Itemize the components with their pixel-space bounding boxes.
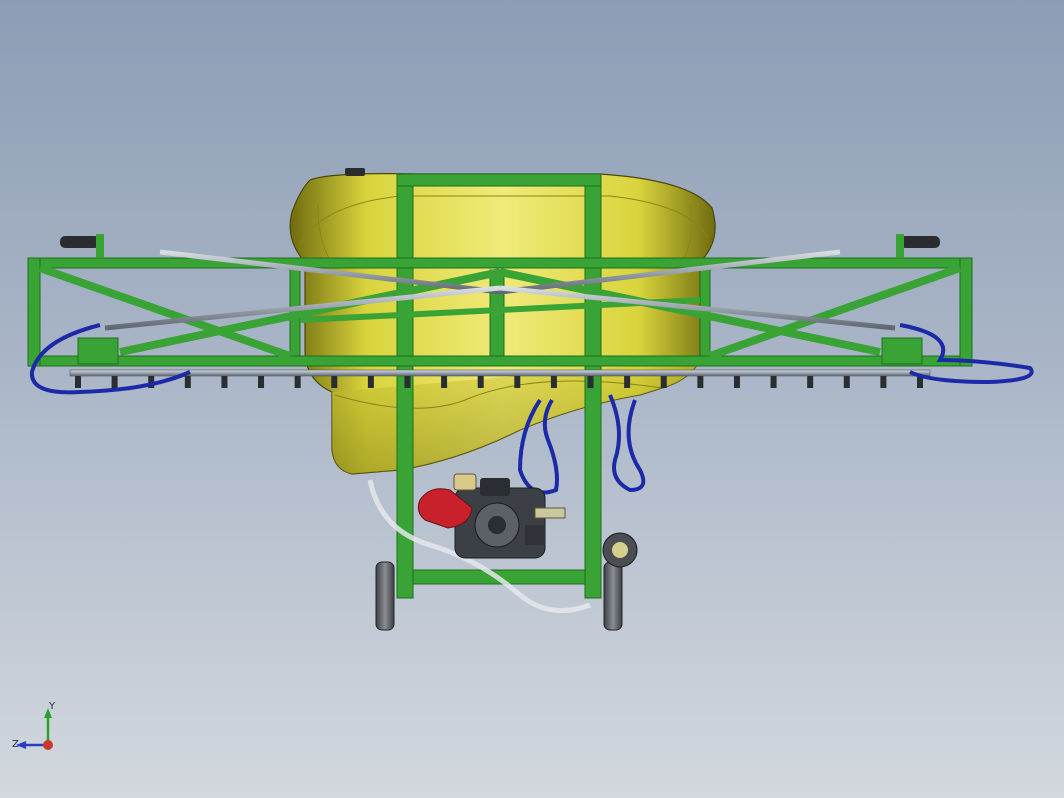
nozzle-icon: [624, 376, 631, 388]
nozzle-icon: [843, 376, 850, 388]
left-wheel[interactable]: [375, 561, 395, 631]
nozzle-icon: [111, 376, 118, 388]
nozzle-icon: [75, 376, 81, 388]
boom-end-right: [896, 234, 940, 258]
boom-end-left: [60, 234, 104, 258]
nozzle-icon: [367, 376, 374, 388]
nozzle-icon: [550, 376, 557, 388]
nozzle-icon: [733, 376, 740, 388]
y-axis-label: Y: [48, 701, 56, 712]
nozzle-icon: [807, 376, 814, 388]
nozzle-icon: [331, 376, 338, 388]
tank-lid-icon: [345, 168, 365, 176]
cad-viewport[interactable]: Y Z: [0, 0, 1064, 798]
nozzle-icon: [441, 376, 448, 388]
nozzle-icon: [258, 376, 265, 388]
nozzle-icon: [697, 376, 704, 388]
nozzle-icon: [221, 376, 228, 388]
nozzle-icon: [770, 376, 777, 388]
z-axis-label: Z: [12, 739, 19, 750]
nozzle-icon: [660, 376, 667, 388]
right-wheel[interactable]: [602, 532, 638, 631]
nozzle-icon: [404, 376, 411, 388]
nozzle-icon: [514, 376, 521, 388]
sprayer-model[interactable]: [0, 0, 1064, 798]
nozzle-icon: [184, 376, 191, 388]
pump-assembly[interactable]: [417, 473, 566, 559]
nozzle-icon: [587, 376, 594, 388]
x-axis-icon: [43, 740, 53, 750]
nozzle-icon: [294, 376, 301, 388]
view-triad: Y Z: [12, 701, 56, 750]
nozzle-icon: [880, 376, 887, 388]
nozzle-icon: [477, 376, 484, 388]
